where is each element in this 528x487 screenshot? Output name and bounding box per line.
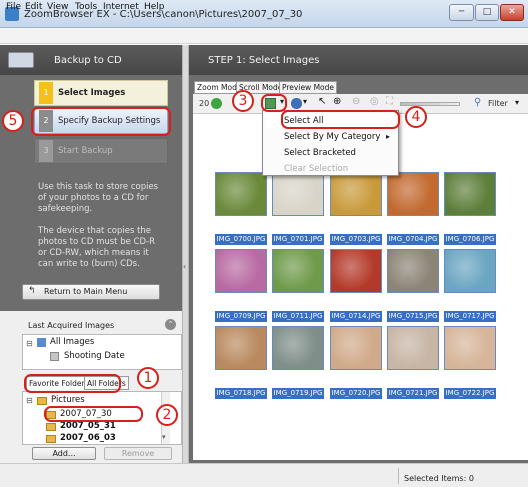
thumbnail-caption[interactable]: IMG_0714.JPG (330, 311, 382, 322)
callout-4: 4 (405, 106, 427, 128)
highlight-folder-2007-07-30 (44, 406, 143, 422)
thumbnail-image[interactable] (444, 172, 496, 216)
thumbnail-image[interactable] (444, 249, 496, 293)
folder-pictures[interactable]: Pictures (51, 395, 85, 405)
rotate-icon[interactable]: ◎ (370, 96, 379, 107)
tree-item-shooting-date[interactable]: Shooting Date (64, 351, 125, 361)
thumbnail-image[interactable] (387, 172, 439, 216)
refresh-icon[interactable] (211, 98, 222, 109)
thumbnail-image[interactable] (387, 326, 439, 370)
menu-file[interactable]: File (6, 2, 21, 12)
thumbnail-image[interactable] (215, 326, 267, 370)
submenu-arrow-icon: ▸ (386, 132, 391, 141)
tree-expander-icon[interactable]: ⊟ (26, 396, 33, 405)
menu-item-clear-selection: Clear Selection (284, 164, 349, 174)
tree-item-all-images[interactable]: All Images (50, 337, 94, 347)
folder-icon (46, 423, 56, 431)
tab-preview-mode[interactable]: Preview Mode (279, 81, 338, 94)
callout-2: 2 (156, 404, 178, 426)
thumbnail-image[interactable] (272, 326, 324, 370)
menu-item-select-by-category[interactable]: Select By My Category (284, 132, 380, 142)
callout-1: 1 (137, 367, 159, 389)
zoom-in-icon[interactable]: ⊕ (333, 96, 341, 107)
status-divider (398, 468, 399, 484)
thumbnail-image[interactable] (272, 249, 324, 293)
step-number: 1 (39, 82, 53, 104)
dropdown-arrow-icon[interactable]: ▾ (303, 97, 307, 106)
thumbnail-caption[interactable]: IMG_0711.JPG (272, 311, 324, 322)
menu-tools[interactable]: Tools (75, 2, 97, 12)
menu-item-select-bracketed[interactable]: Select Bracketed (284, 148, 356, 158)
menu-help[interactable]: Help (144, 2, 165, 12)
return-button-label: Return to Main Menu (44, 287, 128, 296)
menu-bar (0, 28, 528, 44)
task-title: Backup to CD (54, 55, 122, 66)
highlight-step-2 (31, 107, 171, 136)
panel-splitter[interactable] (182, 45, 189, 463)
dropdown-arrow-icon[interactable]: ▾ (515, 98, 519, 107)
thumbnail-caption[interactable]: IMG_0715.JPG (387, 311, 439, 322)
highlight-favorite-folders-tab (24, 374, 121, 393)
close-button[interactable]: ✕ (500, 4, 524, 21)
thumbnail-caption[interactable]: IMG_0703.JPG (330, 234, 382, 245)
thumbnail-caption[interactable]: IMG_0701.JPG (272, 234, 324, 245)
menu-internet[interactable]: Internet (103, 2, 139, 12)
zoom-level: 20 (199, 99, 210, 108)
folder-item[interactable]: 2007_06_03 (60, 433, 116, 443)
maximize-button[interactable]: □ (475, 4, 499, 21)
step-label: Start Backup (58, 146, 113, 156)
folder-icon (46, 435, 56, 443)
scroll-down-icon[interactable]: ▾ (162, 433, 166, 441)
filter-icon[interactable]: ⚲ (474, 97, 481, 108)
thumbnail-image[interactable] (330, 172, 382, 216)
thumbnail-image[interactable] (330, 326, 382, 370)
thumbnail-image[interactable] (330, 249, 382, 293)
menu-view[interactable]: View (47, 2, 68, 12)
callout-5: 5 (2, 110, 24, 132)
deselect-icon[interactable] (291, 98, 302, 109)
thumbnail-caption[interactable]: IMG_0722.JPG (444, 388, 496, 399)
thumbnail-caption[interactable]: IMG_0717.JPG (444, 311, 496, 322)
thumbnail-caption[interactable]: IMG_0720.JPG (330, 388, 382, 399)
add-folder-button[interactable]: Add... (32, 447, 96, 460)
thumbnail-caption[interactable]: IMG_0704.JPG (387, 234, 439, 245)
highlight-select-button (261, 94, 287, 112)
pointer-icon[interactable]: ↖ (318, 96, 326, 107)
pictures-folder-icon (37, 397, 47, 405)
selected-items-count: Selected Items: 0 (404, 474, 474, 483)
thumbnail-image[interactable] (215, 249, 267, 293)
fit-icon[interactable]: ⛶ (386, 96, 393, 107)
return-arrow-icon: ↰ (28, 286, 36, 296)
thumbnail-caption[interactable]: IMG_0718.JPG (215, 388, 267, 399)
cd-backup-icon (8, 52, 34, 68)
tree-expander-icon[interactable]: ⊟ (26, 339, 33, 348)
thumbnail-caption[interactable]: IMG_0700.JPG (215, 234, 267, 245)
collapse-icon[interactable]: ⌃ (165, 319, 176, 330)
thumbnail-image[interactable] (215, 172, 267, 216)
highlight-select-all (281, 110, 400, 129)
last-acquired-label: Last Acquired Images (28, 321, 115, 330)
collapse-arrow-icon[interactable]: ‹ (183, 262, 186, 271)
thumbnail-caption[interactable]: IMG_0706.JPG (444, 234, 496, 245)
thumbnail-caption[interactable]: IMG_0719.JPG (272, 388, 324, 399)
calendar-icon (50, 352, 59, 361)
task-description: Use this task to store copies of your ph… (38, 182, 159, 269)
folder-item[interactable]: 2007_05_31 (60, 421, 116, 431)
filter-button[interactable]: Filter (488, 99, 508, 108)
step-title: STEP 1: Select Images (208, 55, 320, 66)
step-label: Select Images (58, 88, 126, 98)
thumbnail-image[interactable] (444, 326, 496, 370)
zoom-out-icon[interactable]: ⊖ (352, 96, 360, 107)
thumbnail-image[interactable] (272, 172, 324, 216)
all-images-icon (37, 338, 46, 347)
step-number: 3 (39, 140, 53, 162)
thumbnail-image[interactable] (387, 249, 439, 293)
thumbnail-caption[interactable]: IMG_0709.JPG (215, 311, 267, 322)
remove-folder-button: Remove (104, 447, 172, 460)
minimize-button[interactable]: ─ (449, 4, 474, 21)
thumbnail-caption[interactable]: IMG_0721.JPG (387, 388, 439, 399)
callout-3: 3 (232, 90, 254, 112)
size-slider[interactable] (400, 102, 460, 106)
menu-edit[interactable]: Edit (25, 2, 42, 12)
